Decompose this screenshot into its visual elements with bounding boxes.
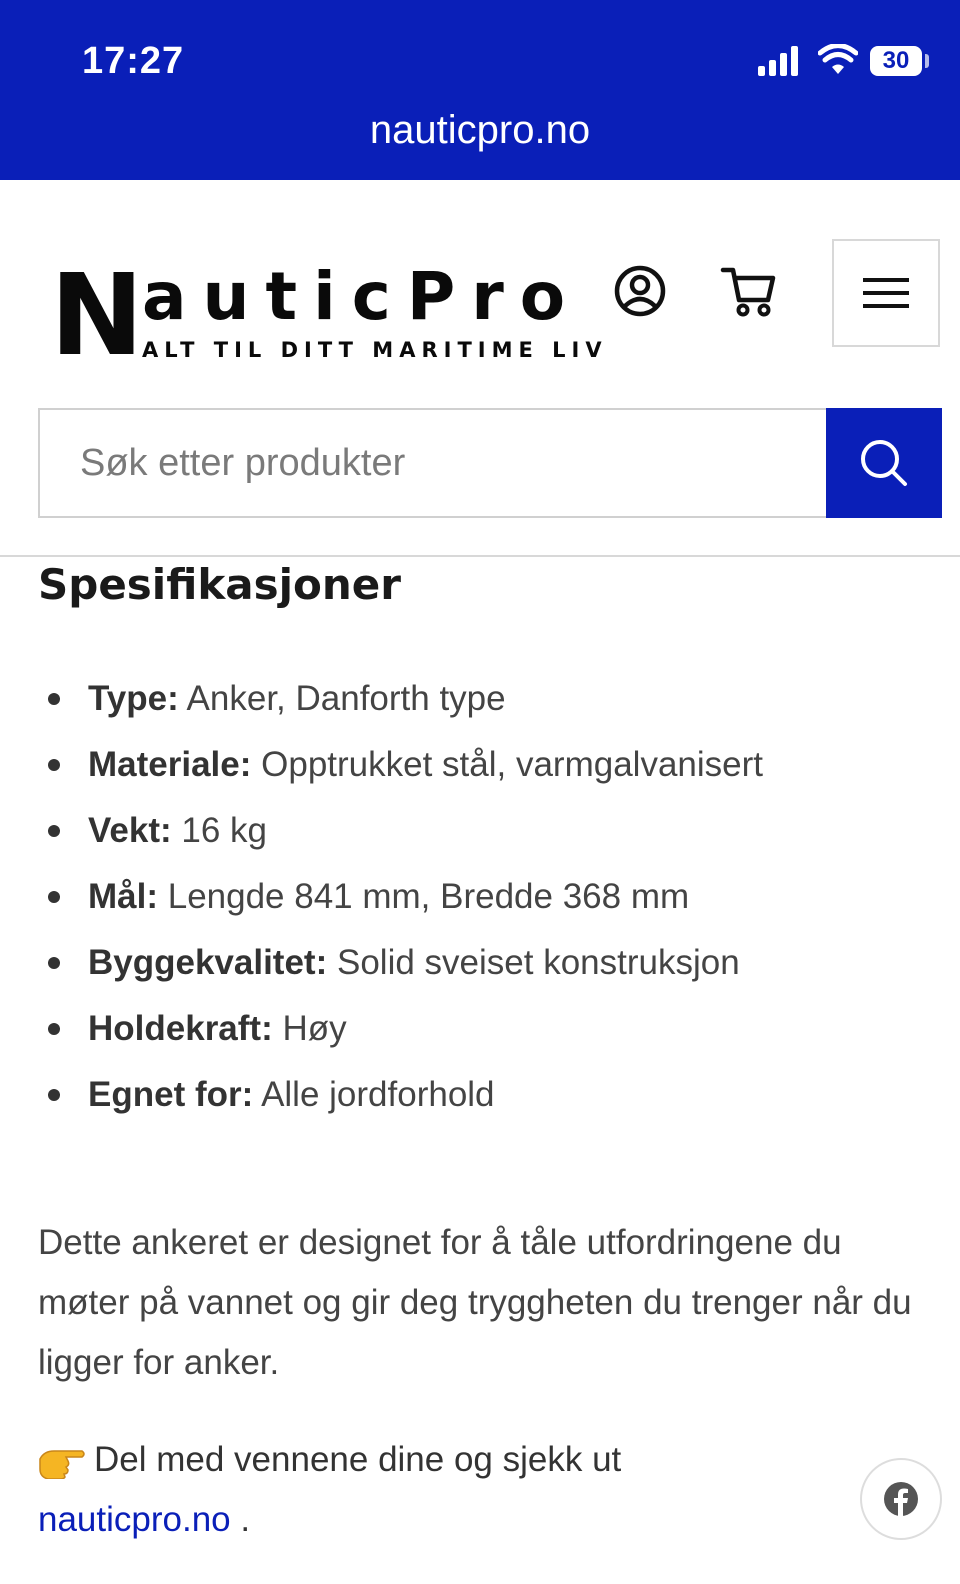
wifi-icon (818, 44, 858, 74)
bullet (48, 1089, 60, 1101)
share-text: Del med vennene dine og sjekk ut nauticpr… (38, 1430, 838, 1550)
spec-item: Byggekvalitet: Solid sveiset konstruksjo… (38, 934, 763, 1000)
logo-tagline: ALT TIL DITT MARITIME LIV (142, 338, 608, 362)
spec-value: Lengde 841 mm, Bredde 368 mm (167, 877, 690, 916)
cart-icon (720, 267, 776, 317)
spec-value: Alle jordforhold (261, 1075, 495, 1114)
search-icon (861, 440, 907, 486)
spec-value: 16 kg (181, 811, 268, 850)
signal-icon (758, 46, 798, 76)
share-suffix: . (230, 1500, 251, 1539)
bullet (48, 957, 60, 969)
bullet (48, 759, 60, 771)
spec-item: Holdekraft: Høy (38, 1000, 763, 1066)
share-message: Del med vennene dine og sjekk ut (94, 1440, 622, 1479)
spec-item: Mål: Lengde 841 mm, Bredde 368 mm (38, 868, 763, 934)
spec-key: Holdekraft: (88, 1009, 273, 1048)
logo-wordmark: auticPro (142, 258, 582, 335)
logo-letter-n: N (50, 251, 144, 381)
search-input[interactable] (38, 408, 828, 518)
status-bar: 17:27 30 nauticpro.no (0, 0, 960, 180)
spec-key: Vekt: (88, 811, 172, 850)
bullet (48, 891, 60, 903)
spec-value: Opptrukket stål, varmgalvanisert (261, 745, 764, 784)
bullet (48, 825, 60, 837)
share-link[interactable]: nauticpro.no (38, 1500, 231, 1539)
spec-item: Egnet for: Alle jordforhold (38, 1066, 763, 1132)
battery-tip (925, 54, 929, 68)
spec-key: Egnet for: (88, 1075, 254, 1114)
spec-item: Type: Anker, Danforth type (38, 670, 763, 736)
user-icon (614, 265, 666, 317)
account-button[interactable] (612, 263, 668, 319)
menu-button[interactable] (832, 239, 940, 347)
battery-indicator: 30 (870, 46, 922, 76)
spec-key: Mål: (88, 877, 158, 916)
header-divider (0, 555, 960, 557)
bullet (48, 1023, 60, 1035)
spec-list: Type: Anker, Danforth type Materiale: Op… (38, 670, 763, 1132)
nauticpro-logo[interactable]: N auticPro ALT TIL DITT MARITIME LIV (50, 260, 602, 372)
page-url[interactable]: nauticpro.no (0, 108, 960, 153)
spec-value: Solid sveiset konstruksjon (336, 943, 740, 982)
specs-heading: Spesifikasjoner (38, 560, 401, 609)
spec-key: Type: (88, 679, 179, 718)
facebook-icon (884, 1482, 918, 1517)
spec-value: Høy (282, 1009, 347, 1048)
spec-key: Byggekvalitet: (88, 943, 328, 982)
status-time: 17:27 (82, 40, 185, 82)
spec-item: Materiale: Opptrukket stål, varmgalvanis… (38, 736, 763, 802)
spec-item: Vekt: 16 kg (38, 802, 763, 868)
bullet (48, 693, 60, 705)
facebook-share-button[interactable] (860, 1458, 942, 1540)
search-button[interactable] (826, 408, 942, 518)
search-bar (38, 408, 942, 518)
spec-value: Anker, Danforth type (186, 679, 506, 718)
pointing-hand-icon (39, 1450, 85, 1479)
product-description: Dette ankeret er designet for å tåle utf… (38, 1223, 912, 1382)
spec-key: Materiale: (88, 745, 252, 784)
cart-button[interactable] (720, 263, 778, 319)
hamburger-icon (863, 278, 909, 308)
